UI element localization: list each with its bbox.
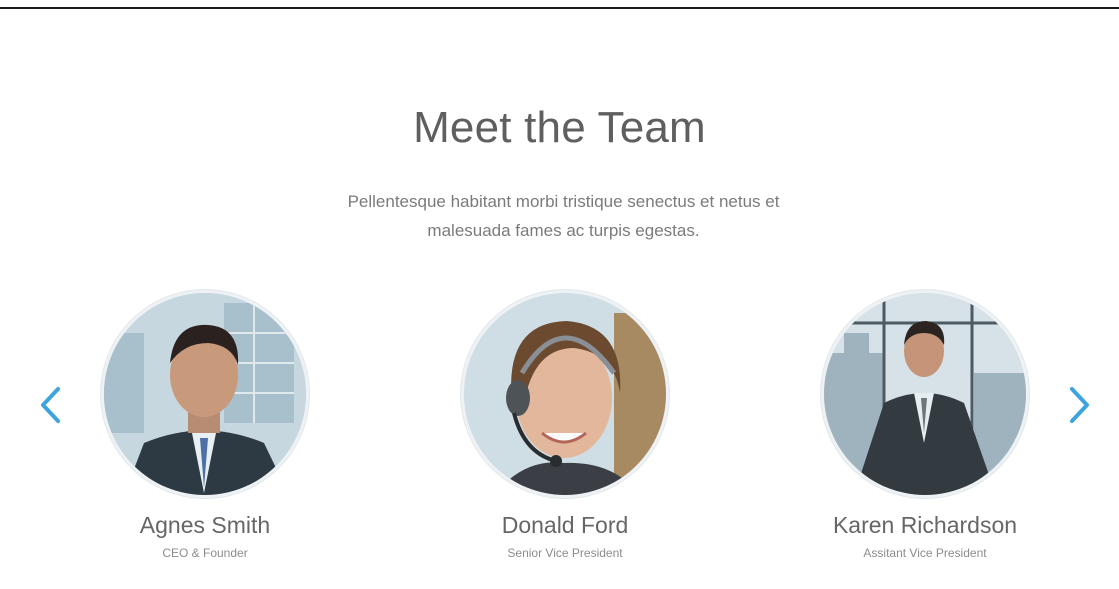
member-role: CEO & Founder (162, 546, 248, 560)
team-section: Meet the Team Pellentesque habitant morb… (0, 0, 1119, 589)
carousel-prev-button[interactable] (33, 385, 67, 425)
team-member-card: Donald Ford Senior Vice President (435, 290, 695, 560)
carousel-next-button[interactable] (1063, 385, 1097, 425)
chevron-left-icon (41, 387, 60, 423)
member-role: Assitant Vice President (863, 546, 987, 560)
member-role: Senior Vice President (507, 546, 623, 560)
team-member-card: Karen Richardson Assitant Vice President (795, 290, 1055, 560)
avatar[interactable] (101, 290, 309, 498)
team-member-card: Agnes Smith CEO & Founder (75, 290, 335, 560)
avatar[interactable] (461, 290, 669, 498)
member-name: Karen Richardson (832, 512, 1018, 538)
top-divider (0, 7, 1119, 9)
member-name: Agnes Smith (139, 512, 271, 538)
intro-line-1: Pellentesque habitant morbi tristique se… (347, 192, 780, 211)
member-name: Donald Ford (501, 512, 629, 538)
chevron-right-icon (1070, 387, 1089, 423)
avatar[interactable] (821, 290, 1029, 498)
intro-line-2: malesuada fames ac turpis egestas. (427, 221, 700, 240)
section-intro: Pellentesque habitant morbi tristique se… (300, 187, 827, 245)
section-title: Meet the Team (413, 103, 706, 152)
